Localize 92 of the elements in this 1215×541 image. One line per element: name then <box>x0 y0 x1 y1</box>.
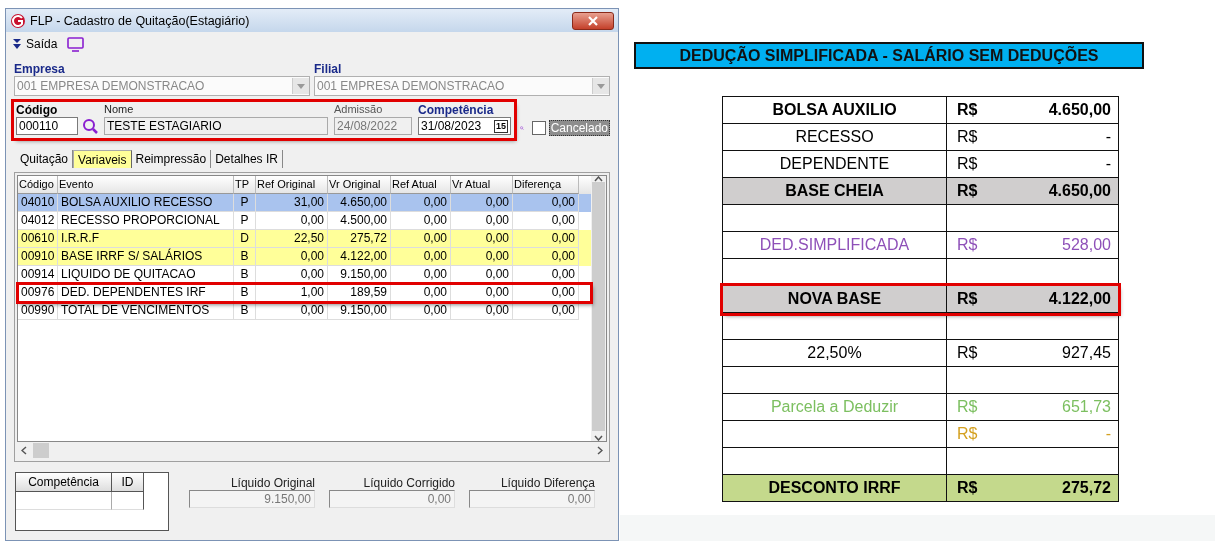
table-cell: B <box>234 284 256 302</box>
sheet-value: - <box>1104 424 1111 444</box>
readonly-field: 0,00 <box>469 490 595 508</box>
table-cell: 0,00 <box>391 302 451 320</box>
table-cell: DED. DEPENDENTES IRF <box>58 284 234 302</box>
checkbox[interactable] <box>531 121 546 135</box>
sheet-label: DED.SIMPLIFICADA <box>759 236 910 253</box>
sheet-title: DEDUÇÃO SIMPLIFICADA - SALÁRIO SEM DEDUÇÕES <box>634 42 1144 69</box>
scroll-up-icon <box>594 176 603 182</box>
table-cell: 0,00 <box>391 284 451 302</box>
close-button[interactable] <box>572 11 614 30</box>
currency-symbol: R$ <box>957 181 978 201</box>
table-cell: 00990 <box>18 302 58 320</box>
tab[interactable]: Reimpressão <box>131 150 212 168</box>
currency-symbol: R$ <box>957 343 978 363</box>
input-field[interactable]: TESTE ESTAGIARIO <box>104 117 328 135</box>
scroll-down-icon <box>594 435 603 441</box>
table-cell <box>112 492 144 510</box>
currency-symbol: R$ <box>957 235 978 255</box>
tab[interactable]: Variaveis <box>73 150 132 168</box>
scroll-right-icon <box>597 446 603 455</box>
table-cell: 0,00 <box>451 302 513 320</box>
table-row[interactable]: 00610 I.R.R.F D 22,50 275,72 0,00 0,00 0,00 <box>18 230 591 248</box>
field-label: Filial <box>314 62 343 76</box>
field-label: Competência <box>418 103 495 117</box>
checkbox-label: Cancelado <box>548 120 610 136</box>
sheet-value: 4.650,00 <box>1048 181 1111 201</box>
vertical-scrollbar[interactable] <box>591 176 606 441</box>
table-cell: 0,00 <box>451 284 513 302</box>
scroll-left-icon <box>21 446 27 455</box>
sheet-label: DESCONTO IRRF <box>768 479 901 496</box>
table-row[interactable]: 04010 BOLSA AUXILIO RECESSO P 31,00 4.650,00 0,00 0,00 0,00 <box>18 194 591 212</box>
sheet-value: - <box>1104 154 1111 174</box>
highlighted-table-row[interactable]: 00976 DED. DEPENDENTES IRF B 1,00 189,59 0,00 0,00 0,00 <box>18 284 591 302</box>
table-cell: 00976 <box>18 284 58 302</box>
search-icon <box>82 118 98 134</box>
window-title: FLP - Cadastro de Quitação(Estagiário) <box>30 13 251 28</box>
table-row[interactable]: 00910 BASE IRRF S/ SALÁRIOS B 0,00 4.122,00 0,00 0,00 0,00 <box>18 248 591 266</box>
field-label: Nome <box>104 103 135 117</box>
table-cell: TOTAL DE VENCIMENTOS <box>58 302 234 320</box>
close-icon <box>588 15 598 26</box>
currency-symbol: R$ <box>957 127 978 147</box>
table-cell: 0,00 <box>256 302 328 320</box>
caret-icon <box>297 83 305 89</box>
tab[interactable]: Detalhes IR <box>211 150 283 168</box>
sheet-label: BOLSA AUXILIO <box>772 101 897 118</box>
sheet-label: RECESSO <box>795 128 874 145</box>
exit-button[interactable]: Saída <box>12 37 58 51</box>
sheet-value: 927,45 <box>1061 343 1111 363</box>
field-value: 31/08/2023 <box>421 119 482 133</box>
currency-symbol: R$ <box>957 154 978 174</box>
sheet-value: 275,72 <box>1061 478 1111 498</box>
field-label: Admissão <box>334 103 384 117</box>
input-field[interactable]: 000110 <box>16 117 78 135</box>
sheet-label: DEPENDENTE <box>779 155 890 172</box>
table-cell: 0,00 <box>513 302 579 320</box>
currency-symbol: R$ <box>957 478 978 498</box>
table-cell: 1,00 <box>256 284 328 302</box>
currency-symbol: R$ <box>957 397 978 417</box>
sheet-label: BASE CHEIA <box>785 182 884 199</box>
table-cell: 0,00 <box>513 284 579 302</box>
sheet-value: 4.122,00 <box>1048 289 1111 309</box>
monitor-icon <box>67 36 85 52</box>
sheet-label: NOVA BASE <box>787 290 882 307</box>
sheet-value: 4.650,00 <box>1048 100 1111 120</box>
sheet-value: 651,73 <box>1061 397 1111 417</box>
logo-icon <box>10 12 26 29</box>
table-cell: B <box>234 302 256 320</box>
sheet-label: 22,50% <box>807 344 862 361</box>
currency-symbol: R$ <box>957 100 978 120</box>
double-arrow-down-icon <box>12 38 22 50</box>
field-label: Líquido Corrigido <box>363 476 455 490</box>
caret-icon <box>597 83 605 89</box>
scroll-thumb[interactable] <box>33 443 49 458</box>
input-field: 24/08/2022 <box>334 117 412 135</box>
currency-symbol: R$ <box>957 289 978 309</box>
calendar-button[interactable]: 15 <box>494 119 508 133</box>
sheet-value: - <box>1104 127 1111 147</box>
sheet-value: 528,00 <box>1061 235 1111 255</box>
field-label: Líquido Original <box>230 476 315 490</box>
date-field[interactable]: 31/08/2023 15 <box>418 117 511 135</box>
sheet-label: Parcela a Deduzir <box>770 398 899 415</box>
column-header[interactable]: ID <box>112 473 144 492</box>
column-header[interactable]: Competência <box>16 473 112 492</box>
currency-symbol: R$ <box>957 424 978 444</box>
readonly-field: 9.150,00 <box>189 490 315 508</box>
field-label: Líquido Diferença <box>500 476 595 490</box>
table-cell: 189,59 <box>328 284 391 302</box>
readonly-field: 0,00 <box>329 490 455 508</box>
field-label: Empresa <box>14 62 66 76</box>
table-cell: 9.150,00 <box>328 302 391 320</box>
field-label: Código <box>16 103 59 117</box>
